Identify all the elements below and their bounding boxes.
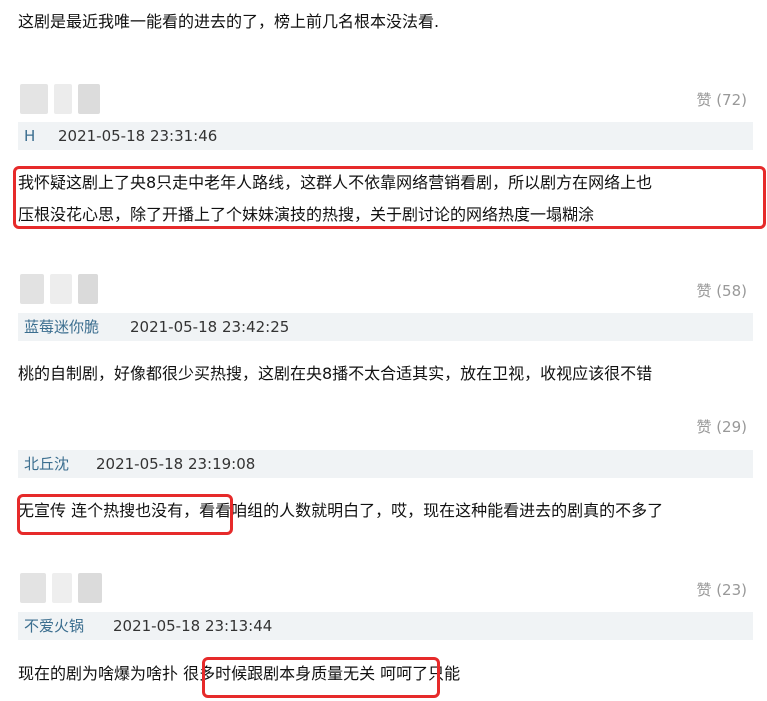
username-link[interactable]: 蓝莓迷你脆 bbox=[24, 313, 99, 341]
like-button[interactable]: 赞 (72) bbox=[696, 89, 747, 110]
username-link[interactable]: H bbox=[24, 122, 35, 150]
comment-meta-bar: 不爱火锅 2021-05-18 23:13:44 bbox=[18, 612, 753, 640]
timestamp: 2021-05-18 23:42:25 bbox=[130, 318, 290, 336]
comment-text-line: 桃的自制剧，好像都很少买热搜，这剧在央8播不太合适其实，放在卫视，收视应该很不错 bbox=[18, 364, 653, 383]
intro-text: 这剧是最近我唯一能看的进去的了，榜上前几名根本没法看. bbox=[18, 12, 440, 31]
username-link[interactable]: 不爱火锅 bbox=[24, 612, 84, 640]
timestamp: 2021-05-18 23:19:08 bbox=[96, 455, 256, 473]
like-button[interactable]: 赞 (29) bbox=[696, 416, 747, 437]
comment-meta-bar: 蓝莓迷你脆 2021-05-18 23:42:25 bbox=[18, 313, 753, 341]
comment-meta-bar: H 2021-05-18 23:31:46 bbox=[18, 122, 753, 150]
username-link[interactable]: 北丘沈 bbox=[24, 450, 69, 478]
timestamp: 2021-05-18 23:13:44 bbox=[113, 617, 273, 635]
highlight-box bbox=[202, 657, 440, 698]
highlight-box bbox=[17, 494, 233, 535]
like-button[interactable]: 赞 (23) bbox=[696, 579, 747, 600]
highlight-box bbox=[13, 166, 766, 229]
like-button[interactable]: 赞 (58) bbox=[696, 280, 747, 301]
comment-meta-bar: 北丘沈 2021-05-18 23:19:08 bbox=[18, 450, 753, 478]
timestamp: 2021-05-18 23:31:46 bbox=[58, 127, 218, 145]
